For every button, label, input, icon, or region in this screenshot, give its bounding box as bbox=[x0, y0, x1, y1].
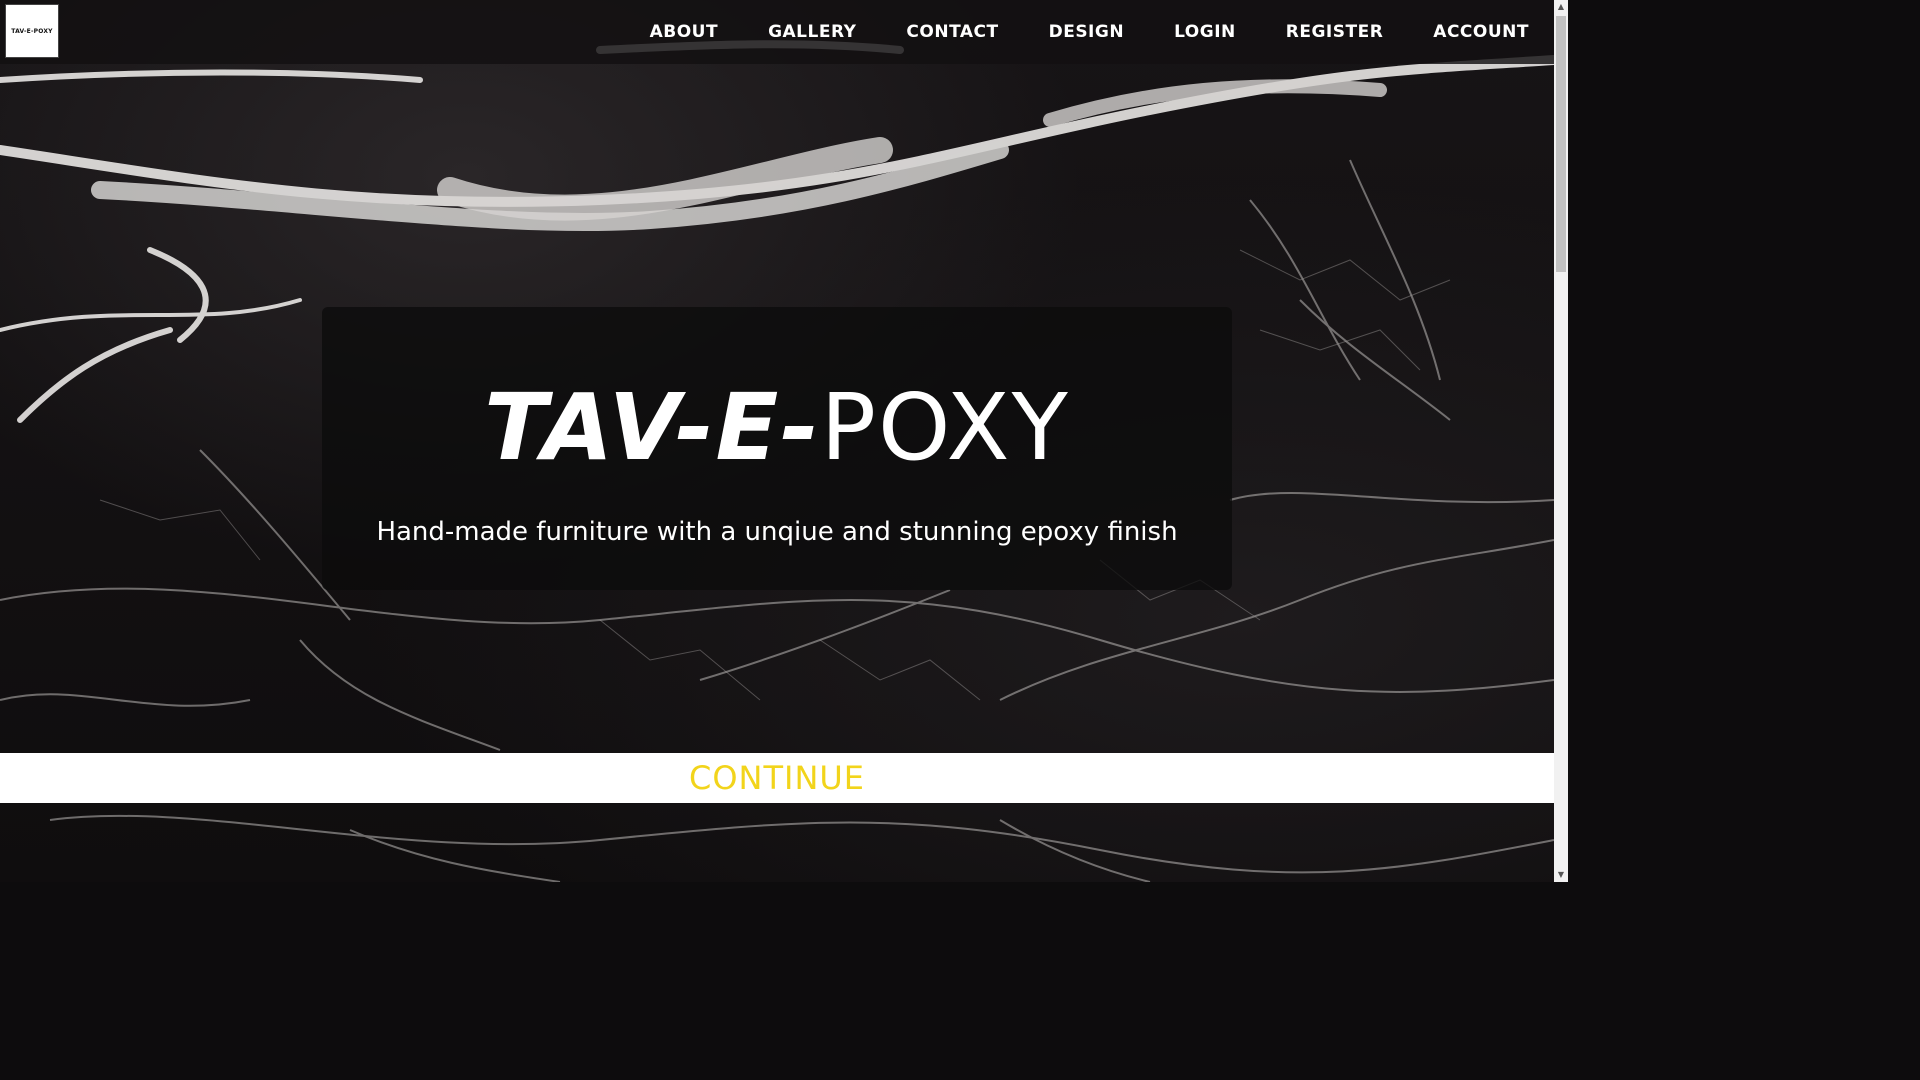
site-logo[interactable]: TAV-E-POXY bbox=[5, 4, 59, 58]
scroll-up-arrow-icon[interactable]: ▲ bbox=[1554, 0, 1568, 14]
page-viewport: TAV-E-POXY ABOUT GALLERY CONTACT DESIGN … bbox=[0, 0, 1554, 882]
nav-register[interactable]: REGISTER bbox=[1286, 22, 1384, 42]
nav-contact[interactable]: CONTACT bbox=[906, 22, 998, 42]
hero-subtitle: Hand-made furniture with a unqiue and st… bbox=[376, 517, 1178, 547]
scroll-down-arrow-icon[interactable]: ▼ bbox=[1554, 868, 1568, 882]
logo-text: TAV-E-POXY bbox=[11, 27, 53, 35]
nav-design[interactable]: DESIGN bbox=[1049, 22, 1124, 42]
nav-gallery[interactable]: GALLERY bbox=[768, 22, 856, 42]
continue-button[interactable]: CONTINUE bbox=[0, 753, 1554, 803]
top-navigation-bar: TAV-E-POXY ABOUT GALLERY CONTACT DESIGN … bbox=[0, 0, 1554, 64]
nav-account[interactable]: ACCOUNT bbox=[1433, 22, 1529, 42]
hero-panel: TAV-E-POXY Hand-made furniture with a un… bbox=[322, 307, 1232, 590]
hero-title: TAV-E-POXY bbox=[322, 373, 1232, 483]
nav-about[interactable]: ABOUT bbox=[650, 22, 718, 42]
main-nav: ABOUT GALLERY CONTACT DESIGN LOGIN REGIS… bbox=[600, 0, 1529, 64]
continue-label: CONTINUE bbox=[688, 759, 866, 797]
hero-title-light: POXY bbox=[820, 374, 1070, 481]
hero-title-bold: TAV-E- bbox=[484, 374, 821, 481]
scroll-thumb[interactable] bbox=[1556, 16, 1566, 272]
nav-login[interactable]: LOGIN bbox=[1174, 22, 1236, 42]
page-scrollbar[interactable]: ▲ ▼ bbox=[1554, 0, 1568, 882]
